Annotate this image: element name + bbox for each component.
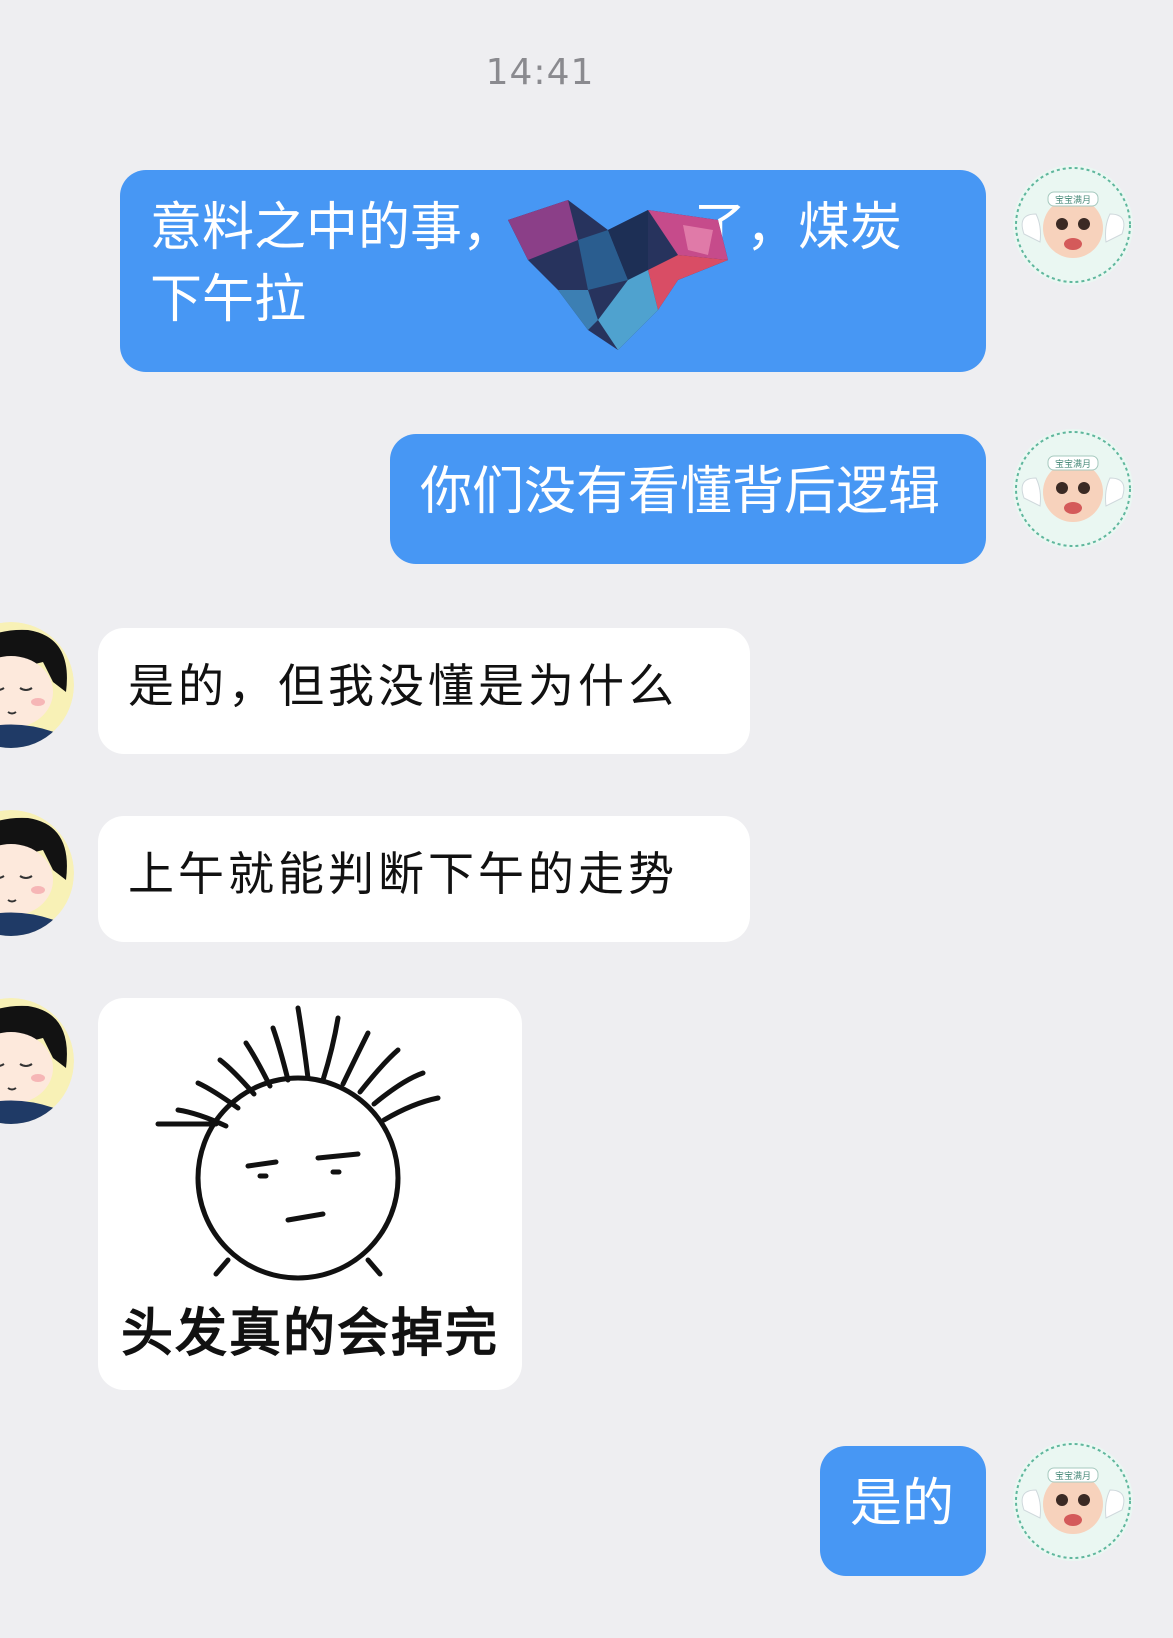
baby-angel-avatar-icon: 宝宝满月 bbox=[1013, 165, 1133, 285]
message-timestamp: 14:41 bbox=[485, 52, 595, 93]
cartoon-girl-avatar-icon bbox=[0, 810, 74, 936]
svg-text:宝宝满月: 宝宝满月 bbox=[1055, 458, 1091, 470]
message-text: 是的，但我没懂是为什么 bbox=[128, 659, 678, 713]
my-avatar[interactable]: 宝宝满月 bbox=[1012, 164, 1134, 286]
contact-avatar[interactable] bbox=[0, 622, 74, 748]
message-bubble-sent[interactable]: 意料之中的事， 了，煤炭 下午拉 bbox=[120, 170, 986, 372]
svg-text:宝宝满月: 宝宝满月 bbox=[1055, 194, 1091, 206]
message-text-line-1: 意料之中的事， 了，煤炭 bbox=[150, 198, 903, 258]
contact-avatar[interactable] bbox=[0, 998, 74, 1124]
cartoon-girl-avatar-icon bbox=[0, 622, 74, 748]
meme-face-sticker-icon bbox=[155, 1005, 441, 1281]
message-bubble-received[interactable]: 上午就能判断下午的走势 bbox=[98, 816, 750, 942]
message-bubble-sent[interactable]: 你们没有看懂背后逻辑 bbox=[390, 434, 986, 564]
my-avatar[interactable]: 宝宝满月 bbox=[1012, 1440, 1134, 1562]
message-bubble-received[interactable]: 是的，但我没懂是为什么 bbox=[98, 628, 750, 754]
contact-avatar[interactable] bbox=[0, 810, 74, 936]
message-text: 是的 bbox=[850, 1474, 955, 1534]
baby-angel-avatar-icon: 宝宝满月 bbox=[1013, 429, 1133, 549]
sticker-message[interactable]: 头发真的会掉完 bbox=[98, 998, 522, 1390]
svg-text:宝宝满月: 宝宝满月 bbox=[1055, 1470, 1091, 1482]
message-text: 上午就能判断下午的走势 bbox=[128, 847, 678, 901]
my-avatar[interactable]: 宝宝满月 bbox=[1012, 428, 1134, 550]
message-text-line-2: 下午拉 bbox=[150, 270, 307, 330]
message-bubble-sent[interactable]: 是的 bbox=[820, 1446, 986, 1576]
message-text: 你们没有看懂背后逻辑 bbox=[420, 462, 941, 522]
baby-angel-avatar-icon: 宝宝满月 bbox=[1013, 1441, 1133, 1561]
cartoon-girl-avatar-icon bbox=[0, 998, 74, 1124]
sticker-caption: 头发真的会掉完 bbox=[120, 1304, 499, 1364]
